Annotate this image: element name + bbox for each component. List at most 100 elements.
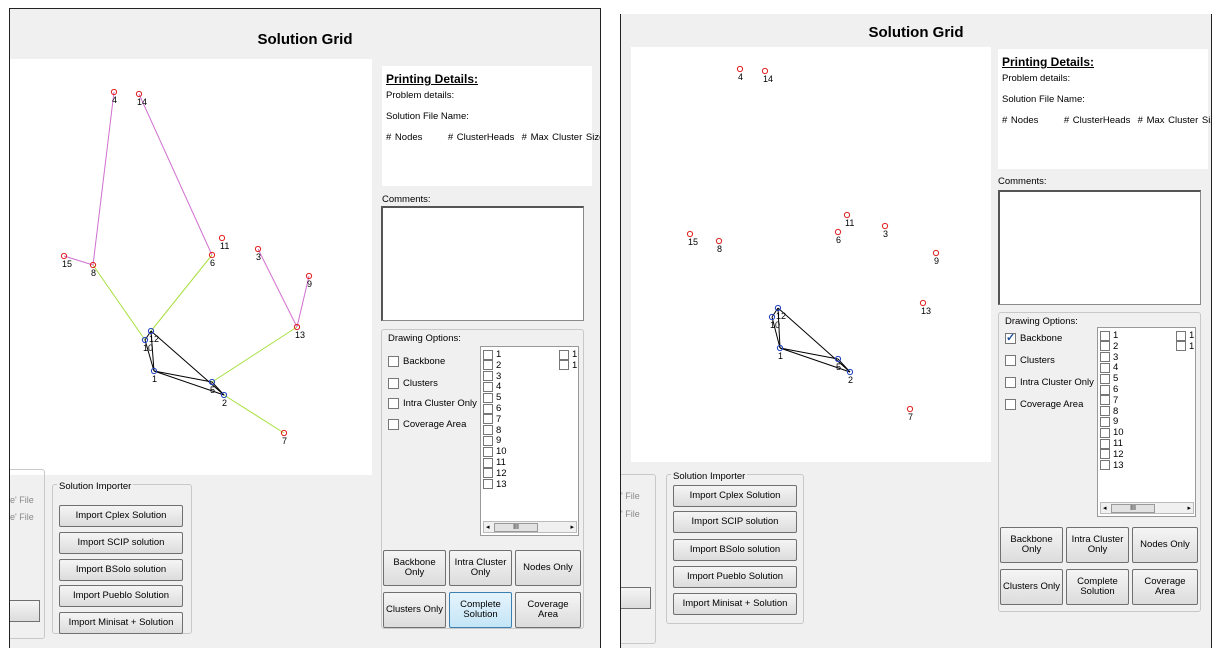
node-checkbox-item[interactable]: 7 [483, 414, 501, 425]
node-checkbox-item[interactable]: 3 [1100, 352, 1118, 363]
graph-canvas[interactable]: 4 14 11 6 3 9 15 8 13 12 10 1 5 2 7 [10, 59, 372, 475]
graph-node-11[interactable]: 11 [218, 234, 229, 251]
node-checkbox-item[interactable]: 7 [1100, 395, 1118, 406]
node-checkbox[interactable] [559, 360, 569, 371]
node-checkbox-item[interactable]: 10 [1100, 427, 1124, 438]
node-checkbox-item[interactable]: 5 [1100, 373, 1118, 384]
graph-node-11[interactable]: 11 [843, 211, 854, 228]
clusters-checkbox[interactable] [1005, 355, 1016, 366]
import-pueblo-button[interactable]: Import Pueblo Solution [673, 566, 797, 588]
graph-node-6[interactable]: 6 [834, 228, 842, 245]
node-checkbox[interactable] [1100, 352, 1110, 363]
clusters-checkbox[interactable] [388, 378, 399, 389]
import-scip-button[interactable]: Import SCIP solution [673, 511, 797, 533]
node-checkbox-item[interactable]: 2 [1100, 341, 1118, 352]
coverage-option[interactable]: Coverage Area [388, 419, 466, 430]
node-checkbox-item[interactable]: 4 [1100, 362, 1118, 373]
node-checkbox[interactable] [483, 435, 493, 446]
backbone-checkbox[interactable] [388, 356, 399, 367]
left-partial-button[interactable] [10, 600, 40, 622]
complete-solution-button[interactable]: Complete Solution [1066, 569, 1129, 605]
node-checkbox-item[interactable]: 1 [1100, 330, 1118, 341]
intra-cluster-option[interactable]: Intra Cluster Only [1005, 377, 1094, 388]
clusters-option[interactable]: Clusters [388, 378, 438, 389]
scroll-thumb[interactable]: III [494, 523, 538, 532]
graph-node-3[interactable]: 3 [254, 245, 262, 262]
comments-textarea[interactable] [998, 190, 1201, 305]
scroll-left-icon[interactable]: ◂ [486, 523, 490, 531]
intra-cluster-only-button[interactable]: Intra Cluster Only [449, 550, 512, 586]
node-checkbox-item[interactable]: 6 [1100, 384, 1118, 395]
node-checkbox-item[interactable]: 13 [1100, 460, 1124, 471]
node-checkbox-item[interactable]: 2 [483, 360, 501, 371]
node-checkbox-item[interactable]: 8 [483, 425, 501, 436]
clusters-only-button[interactable]: Clusters Only [383, 592, 446, 628]
node-checkbox[interactable] [1100, 427, 1110, 438]
backbone-option[interactable]: Backbone [388, 356, 445, 367]
scroll-thumb[interactable]: III [1111, 504, 1155, 513]
node-checkbox-item[interactable]: 13 [483, 479, 507, 490]
node-checkbox[interactable] [483, 414, 493, 425]
import-cplex-button[interactable]: Import Cplex Solution [59, 505, 183, 527]
intra-cluster-only-button[interactable]: Intra Cluster Only [1066, 527, 1129, 563]
node-checkbox-item-col2[interactable]: 1 [1176, 330, 1194, 341]
node-checkbox[interactable] [1100, 341, 1110, 352]
node-checkbox[interactable] [1100, 395, 1110, 406]
graph-node-9[interactable]: 9 [932, 249, 940, 266]
import-scip-button[interactable]: Import SCIP solution [59, 532, 183, 554]
graph-node-15[interactable]: 15 [60, 252, 72, 269]
graph-node-14[interactable]: 14 [135, 90, 147, 107]
graph-node-7[interactable]: 7 [906, 405, 914, 422]
graph-node-7[interactable]: 7 [280, 429, 288, 446]
node-checkbox[interactable] [483, 371, 493, 382]
node-checkbox[interactable] [1100, 330, 1110, 341]
graph-node-9[interactable]: 9 [305, 272, 313, 289]
coverage-checkbox[interactable] [388, 419, 399, 430]
backbone-checkbox[interactable] [1005, 331, 1016, 344]
coverage-area-button[interactable]: Coverage Area [515, 592, 581, 628]
graph-node-8[interactable]: 8 [715, 237, 723, 254]
node-checkbox-item-col2[interactable]: 1 [559, 349, 577, 360]
scroll-right-icon[interactable]: ▸ [570, 523, 574, 531]
graph-node-12[interactable]: 12 [774, 304, 786, 321]
node-checkbox[interactable] [483, 479, 493, 490]
node-checkbox-item[interactable]: 11 [483, 457, 506, 468]
node-checkbox[interactable] [483, 425, 493, 436]
nodes-only-button[interactable]: Nodes Only [515, 550, 581, 586]
coverage-checkbox[interactable] [1005, 399, 1016, 410]
graph-node-13[interactable]: 13 [293, 323, 305, 340]
node-checkbox[interactable] [483, 468, 493, 479]
node-checkbox-item[interactable]: 4 [483, 381, 501, 392]
node-checkbox[interactable] [483, 349, 493, 360]
intra-cluster-option[interactable]: Intra Cluster Only [388, 398, 477, 409]
coverage-option[interactable]: Coverage Area [1005, 399, 1083, 410]
intra-cluster-checkbox[interactable] [388, 398, 399, 409]
node-checkbox[interactable] [483, 457, 493, 468]
node-checkbox[interactable] [483, 381, 493, 392]
node-checkbox-item[interactable]: 11 [1100, 438, 1123, 449]
node-checkbox-item[interactable]: 9 [483, 435, 501, 446]
import-bsolo-button[interactable]: Import BSolo solution [59, 559, 183, 581]
clusters-only-button[interactable]: Clusters Only [1000, 569, 1063, 605]
node-checkbox[interactable] [1100, 438, 1110, 449]
complete-solution-button[interactable]: Complete Solution [449, 592, 512, 628]
node-checkbox[interactable] [483, 392, 493, 403]
node-checkbox[interactable] [1100, 373, 1110, 384]
node-checkbox-item[interactable]: 12 [1100, 449, 1124, 460]
comments-textarea[interactable] [381, 206, 584, 321]
node-checkbox[interactable] [483, 446, 493, 457]
node-checkbox-item[interactable]: 8 [1100, 406, 1118, 417]
coverage-area-button[interactable]: Coverage Area [1132, 569, 1198, 605]
import-pueblo-button[interactable]: Import Pueblo Solution [59, 585, 183, 607]
backbone-option[interactable]: Backbone [1005, 331, 1062, 344]
graph-node-4[interactable]: 4 [736, 65, 744, 82]
intra-cluster-checkbox[interactable] [1005, 377, 1016, 388]
import-bsolo-button[interactable]: Import BSolo solution [673, 539, 797, 561]
node-checkbox-item[interactable]: 3 [483, 371, 501, 382]
graph-node-15[interactable]: 15 [686, 230, 698, 247]
node-checkbox-item-col2[interactable]: 1 [1176, 341, 1194, 352]
node-checklist[interactable]: ◂ III ▸ 1 2 3 4 5 6 7 8 9 10 11 12 13 1 1 [1097, 327, 1196, 517]
node-checkbox[interactable] [1176, 330, 1186, 341]
nodes-only-button[interactable]: Nodes Only [1132, 527, 1198, 563]
node-checkbox[interactable] [1100, 416, 1110, 427]
